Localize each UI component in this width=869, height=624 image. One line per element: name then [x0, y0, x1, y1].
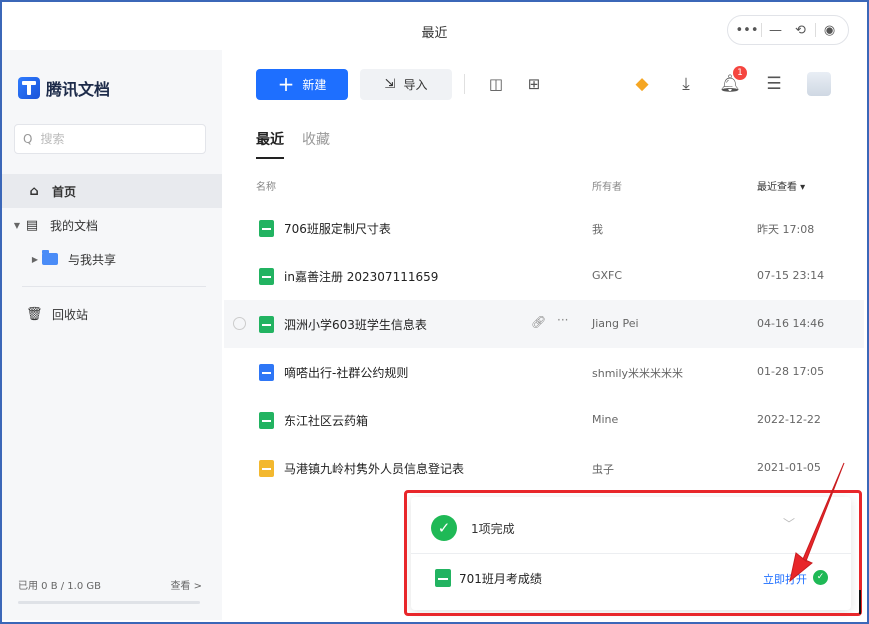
- tencent-docs-logo-icon: [18, 77, 40, 99]
- new-button[interactable]: + 新建: [256, 68, 348, 100]
- column-header-owner[interactable]: 所有者: [592, 178, 622, 193]
- spreadsheet-icon: [259, 268, 274, 285]
- import-button[interactable]: ⇲ 导入: [360, 68, 452, 100]
- form-icon: [259, 460, 274, 477]
- more-icon[interactable]: ···: [557, 313, 568, 327]
- file-name: 706班服定制尺寸表: [284, 222, 391, 236]
- file-name: in嘉善注册 202307111659: [284, 270, 439, 284]
- shared-folder-icon: [42, 250, 58, 265]
- storage-bar: [18, 601, 200, 604]
- table-row[interactable]: in嘉善注册 202307111659 GXFC 07-15 23:14: [224, 252, 864, 300]
- window-controls: ••• — ⟲ ◉: [727, 15, 849, 45]
- table-row[interactable]: 泗洲小学603班学生信息表 🔗︎ ··· Jiang Pei 04-16 14:…: [224, 300, 864, 348]
- column-header-time[interactable]: 最近查看 ▾: [757, 178, 805, 193]
- sidebar-item-trash[interactable]: 🗑 回收站: [2, 297, 222, 331]
- document-icon: ▤: [25, 217, 39, 233]
- spreadsheet-icon: [259, 412, 274, 429]
- storage-view-link[interactable]: 查看 >: [170, 577, 202, 592]
- vip-diamond-icon[interactable]: ◆: [631, 74, 653, 94]
- search-icon: Q: [23, 132, 33, 146]
- close-icon[interactable]: ◉: [819, 23, 841, 38]
- avatar[interactable]: [807, 72, 831, 96]
- file-name: 泗洲小学603班学生信息表: [284, 318, 427, 332]
- file-owner: 我: [592, 223, 603, 236]
- table-row[interactable]: 706班服定制尺寸表 我 昨天 17:08: [224, 204, 864, 252]
- file-owner: Mine: [592, 413, 619, 426]
- more-options-icon[interactable]: •••: [736, 23, 759, 38]
- table-row[interactable]: 嘀嗒出行-社群公约规则 shmily米米米米米 01-28 17:05: [224, 348, 864, 396]
- caret-right-icon[interactable]: ▶: [28, 255, 42, 264]
- app-logo[interactable]: 腾讯文档: [18, 76, 110, 100]
- storage-usage: 已用 0 B / 1.0 GB: [18, 581, 101, 592]
- sidebar-item-my-docs[interactable]: ▼ ▤ 我的文档: [2, 208, 222, 242]
- logo-text: 腾讯文档: [46, 80, 111, 99]
- table-row[interactable]: 马港镇九岭村隽外人员信息登记表 虫子 2021-01-05: [224, 444, 864, 492]
- sidebar-item-label: 我的文档: [50, 218, 99, 233]
- file-owner: GXFC: [592, 269, 623, 282]
- search-box[interactable]: Q: [14, 124, 206, 154]
- file-owner: Jiang Pei: [592, 317, 639, 330]
- divider: [464, 74, 465, 94]
- sidebar-item-label: 回收站: [52, 307, 89, 322]
- home-icon: ⌂: [29, 183, 39, 199]
- link-icon[interactable]: 🔗︎: [531, 315, 546, 329]
- file-time: 01-28 17:05: [757, 365, 825, 378]
- divider: [760, 23, 762, 37]
- sidebar-item-label: 首页: [52, 184, 77, 199]
- toolbar: + 新建 ⇲ 导入 ◫ ⊞: [256, 68, 553, 100]
- import-button-label: 导入: [403, 77, 428, 92]
- search-input[interactable]: [40, 132, 191, 146]
- document-icon: [259, 364, 274, 381]
- bell-icon[interactable]: 🔔︎ 1: [719, 66, 747, 94]
- download-icon[interactable]: ⤓: [675, 74, 697, 94]
- caret-down-icon[interactable]: ▼: [10, 221, 24, 230]
- column-header-name[interactable]: 名称: [256, 178, 276, 193]
- spreadsheet-icon: [259, 316, 274, 333]
- divider: [814, 23, 816, 37]
- storage-info: 已用 0 B / 1.0 GB 查看 >: [18, 577, 202, 592]
- file-time: 昨天 17:08: [757, 223, 815, 236]
- sidebar-item-shared[interactable]: ▶ 与我共享: [2, 242, 222, 276]
- divider: [22, 286, 206, 287]
- restore-icon[interactable]: ⟲: [790, 23, 812, 38]
- file-owner: 虫子: [592, 463, 614, 476]
- annotation-arrow-icon: [789, 462, 845, 583]
- file-owner: shmily米米米米米: [592, 367, 684, 380]
- apps-grid-icon[interactable]: ⊞: [525, 75, 543, 93]
- spreadsheet-icon: [259, 220, 274, 237]
- file-time: 04-16 14:46: [757, 317, 825, 330]
- template-icon[interactable]: ◫: [487, 75, 505, 93]
- tab-favorites[interactable]: 收藏: [302, 129, 330, 159]
- tab-recent[interactable]: 最近: [256, 129, 284, 159]
- header-tools: ◆ ⤓ 🔔︎ 1 ☰: [609, 66, 831, 100]
- notification-badge: 1: [733, 66, 747, 80]
- table-row[interactable]: 东江社区云药箱 Mine 2022-12-22: [224, 396, 864, 444]
- menu-icon[interactable]: ☰: [763, 74, 785, 94]
- plus-icon: +: [277, 72, 295, 96]
- sidebar-item-home[interactable]: ⌂ 首页: [2, 174, 222, 208]
- import-icon: ⇲: [384, 76, 396, 92]
- tabs: 最近 收藏: [256, 129, 348, 159]
- file-name: 嘀嗒出行-社群公约规则: [284, 366, 409, 380]
- file-name: 东江社区云药箱: [284, 414, 369, 428]
- new-button-label: 新建: [302, 77, 327, 92]
- text-cursor: [859, 590, 861, 614]
- minimize-icon[interactable]: —: [765, 23, 787, 38]
- file-name: 马港镇九岭村隽外人员信息登记表: [284, 462, 465, 476]
- row-select-radio[interactable]: [233, 317, 246, 330]
- sidebar-item-label: 与我共享: [68, 252, 117, 267]
- sidebar: 腾讯文档 Q ⌂ 首页 ▼ ▤ 我的文档 ▶ 与我共享 🗑 回收站 已用 0 B…: [2, 50, 222, 620]
- file-time: 07-15 23:14: [757, 269, 825, 282]
- file-time: 2022-12-22: [757, 413, 821, 426]
- trash-icon: 🗑: [26, 306, 43, 322]
